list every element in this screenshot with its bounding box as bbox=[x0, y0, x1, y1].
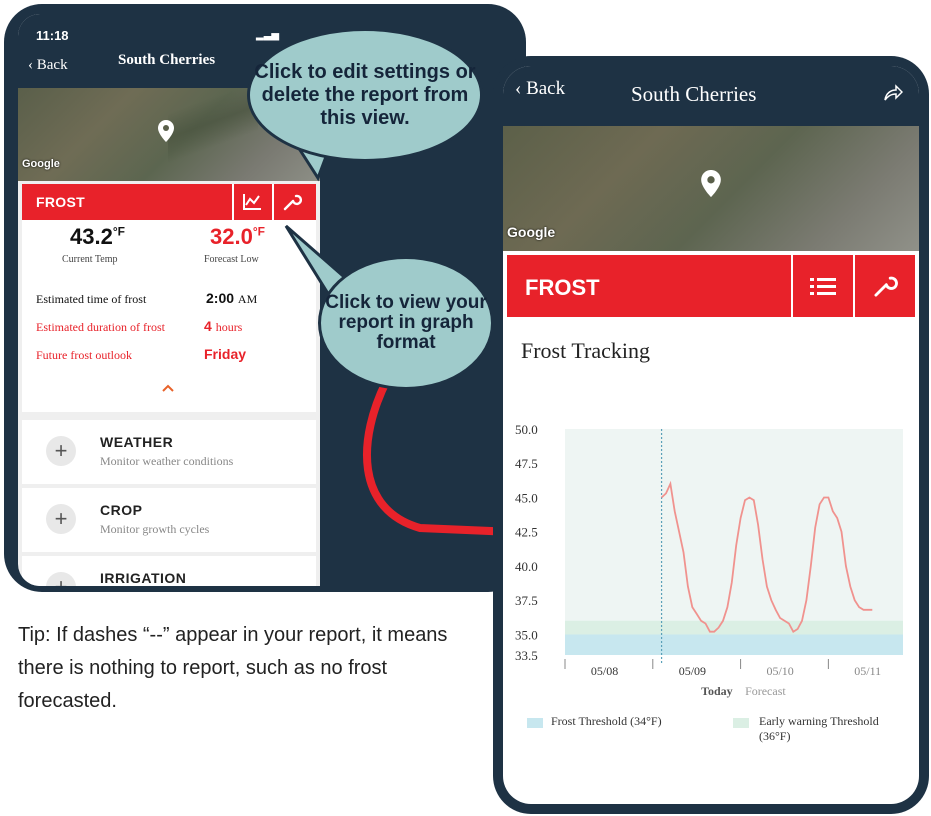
x-tick-label: 05/11 bbox=[854, 664, 881, 678]
location-pin-icon bbox=[701, 170, 721, 197]
map-view[interactable]: Google bbox=[503, 126, 919, 251]
frost-label: FROST bbox=[525, 275, 600, 300]
x-tick-label: 05/09 bbox=[679, 664, 706, 678]
frost-tracking-chart: 50.0 47.5 45.0 42.5 40.0 37.5 35.0 33.5 05/08 05/… bbox=[515, 422, 903, 698]
today-label: Today bbox=[701, 684, 733, 698]
callout-settings: Click to edit settings or delete the rep… bbox=[247, 28, 483, 162]
back-label: Back bbox=[526, 78, 566, 99]
map-credit: Google bbox=[507, 224, 556, 240]
legend-swatch-warning bbox=[733, 718, 749, 728]
frost-threshold-band bbox=[565, 634, 903, 655]
page-title: South Cherries bbox=[631, 82, 757, 106]
y-tick-label: 40.0 bbox=[515, 559, 538, 574]
tip-text: Tip: If dashes “--” appear in your repor… bbox=[18, 624, 448, 712]
y-tick-label: 45.0 bbox=[515, 490, 538, 505]
legend-swatch-frost bbox=[527, 718, 543, 728]
y-tick-label: 37.5 bbox=[515, 593, 538, 608]
early-warning-band bbox=[565, 620, 903, 635]
graph-screen: ‹ Back South Cherries Google FROST Frost… bbox=[503, 66, 919, 804]
graph-header: ‹ Back South Cherries bbox=[503, 66, 919, 126]
y-tick-label: 35.0 bbox=[515, 627, 538, 642]
share-icon[interactable] bbox=[883, 84, 903, 102]
phone-frame-graph: ‹ Back South Cherries Google FROST Frost… bbox=[493, 56, 929, 814]
x-tick-label: 05/10 bbox=[766, 664, 793, 678]
x-tick-label: 05/08 bbox=[591, 664, 618, 678]
wrench-icon bbox=[874, 276, 898, 297]
y-tick-label: 33.5 bbox=[515, 648, 538, 663]
back-button[interactable]: ‹ Back bbox=[515, 78, 565, 100]
chart-title: Frost Tracking bbox=[521, 338, 650, 363]
forecast-label: Forecast bbox=[745, 684, 786, 698]
list-icon bbox=[810, 278, 836, 295]
legend-label-frost: Frost Threshold (34°F) bbox=[551, 714, 662, 728]
y-tick-label: 42.5 bbox=[515, 525, 538, 540]
frost-header: FROST bbox=[507, 255, 915, 317]
y-tick-label: 47.5 bbox=[515, 456, 538, 471]
y-tick-label: 50.0 bbox=[515, 422, 538, 437]
callout-graph: Click to view your report in graph forma… bbox=[318, 256, 494, 390]
list-view-button[interactable] bbox=[791, 255, 853, 317]
settings-button[interactable] bbox=[853, 255, 915, 317]
legend-label-warning: Early warning Threshold (36°F) bbox=[759, 714, 879, 743]
